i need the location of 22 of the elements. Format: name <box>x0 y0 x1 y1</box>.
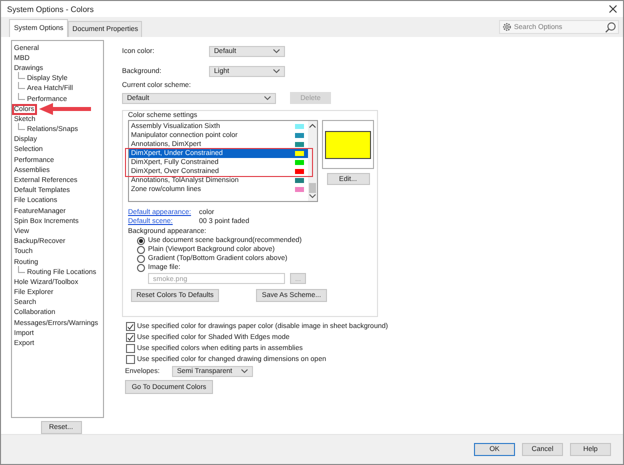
color-preview <box>325 130 371 158</box>
scroll-up-icon[interactable] <box>309 123 316 128</box>
checkbox[interactable] <box>126 355 135 364</box>
scrollbar[interactable] <box>308 121 317 201</box>
window-title: System Options - Colors <box>7 4 94 14</box>
caret-icon <box>273 49 280 54</box>
caret-icon <box>264 96 271 100</box>
radio-button[interactable] <box>137 236 145 244</box>
caret-icon <box>273 69 280 74</box>
scroll-down-icon[interactable] <box>309 194 316 199</box>
radio-button[interactable] <box>137 254 145 262</box>
checkbox[interactable] <box>126 322 135 331</box>
arrow-icon <box>39 103 91 116</box>
scroll-thumb[interactable] <box>309 183 316 193</box>
search-icon[interactable] <box>605 22 616 32</box>
caret-icon <box>241 368 248 374</box>
checkbox[interactable] <box>126 344 135 353</box>
radio-button[interactable] <box>137 264 145 272</box>
settings-icon[interactable] <box>502 22 512 32</box>
radio-button[interactable] <box>137 246 145 254</box>
checkbox[interactable] <box>126 333 135 342</box>
close-icon[interactable] <box>609 5 617 13</box>
